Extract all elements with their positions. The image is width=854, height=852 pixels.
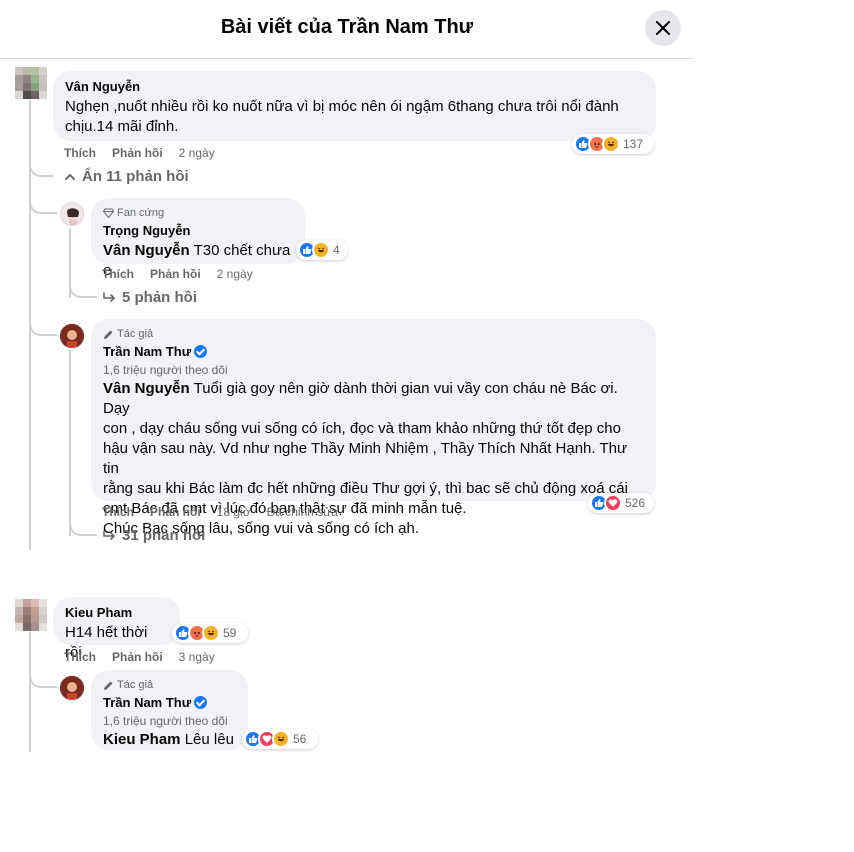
comment-bubble: Kieu Pham H14 hết thời rồi [53, 597, 180, 661]
reaction-summary[interactable]: 526 [588, 493, 654, 513]
comment-author[interactable]: Trọng Nguyễn [103, 223, 293, 239]
reply-bubble: Tác giả Trần Nam Thư 1,6 triệu người the… [91, 670, 248, 750]
fan-badge: Fan cứng [103, 206, 293, 220]
author-badge: Tác giả [103, 678, 236, 692]
comment-text: Vân Nguyễn Tuổi già goy nên giờ dành thờ… [103, 380, 618, 417]
haha-reaction-icon [312, 241, 330, 259]
hide-replies-button[interactable]: Ẩn 11 phản hồi [64, 168, 189, 185]
thread-connector [29, 196, 57, 214]
comment-timestamp[interactable]: 3 ngày [179, 649, 215, 665]
reply-actions: Thích Phản hồi 18 giờ Đã chỉnh sửa [102, 504, 338, 520]
like-button[interactable]: Thích [102, 266, 134, 282]
view-replies-label: 5 phản hồi [122, 289, 197, 306]
thread-connector [29, 670, 57, 688]
comment-timestamp[interactable]: 2 ngày [217, 266, 253, 282]
badge-label: Fan cứng [117, 207, 165, 219]
comment-author[interactable]: Vân Nguyễn [65, 79, 644, 95]
comment-timestamp[interactable]: 2 ngày [179, 145, 215, 161]
close-icon [656, 21, 670, 35]
reply-button[interactable]: Phản hồi [112, 145, 163, 161]
thread-connector [69, 520, 97, 536]
reaction-count: 526 [625, 496, 646, 510]
like-button[interactable]: Thích [102, 504, 134, 520]
comment-text: chịu.14 mãi đỉnh. [65, 118, 179, 135]
pencil-icon [104, 330, 113, 339]
follower-count: 1,6 triệu người theo dõi [103, 363, 228, 377]
mention-link[interactable]: Kieu Pham [103, 731, 181, 748]
comment-text: hậu vận sau này. Vd như nghe Thầy Minh N… [103, 440, 627, 477]
diamond-icon [103, 208, 114, 218]
pencil-icon [104, 681, 113, 690]
reaction-count: 59 [223, 626, 237, 640]
avatar[interactable] [60, 202, 84, 226]
comment-text: Kieu Pham Lêu lêu [103, 731, 234, 748]
reply-bubble: Tác giả Trần Nam Thư 1,6 triệu người the… [91, 319, 656, 537]
reaction-summary[interactable]: 59 [172, 623, 248, 643]
comment-text: rằng sau khi Bác làm đc hết những điều T… [103, 480, 628, 497]
reaction-summary[interactable]: 56 [242, 729, 318, 749]
like-button[interactable]: Thích [64, 145, 96, 161]
reaction-count: 4 [333, 243, 340, 257]
chevron-up-icon [65, 173, 75, 180]
love-reaction-icon [604, 494, 622, 512]
post-comments-dialog: Bài viết của Trần Nam Thư Vân Nguyễn Ngh… [0, 0, 694, 852]
author-badge: Tác giả [103, 327, 644, 341]
view-replies-label: 31 phản hồi [122, 527, 206, 544]
comment-actions: Thích Phản hồi 2 ngày [64, 145, 215, 161]
badge-label: Tác giả [117, 679, 154, 691]
close-button[interactable] [645, 10, 681, 46]
comment-actions: Thích Phản hồi 3 ngày [64, 649, 215, 665]
thread-connector [29, 318, 57, 336]
reply-actions: Thích Phản hồi 2 ngày [102, 266, 253, 282]
haha-reaction-icon [272, 730, 290, 748]
reaction-count: 137 [623, 137, 644, 151]
thread-connector [29, 160, 53, 177]
comment-author[interactable]: Trần Nam Thư [103, 344, 644, 360]
comment-text: con , dạy cháu sống vui sống có ích, đọc… [103, 420, 621, 437]
comment-timestamp[interactable]: 18 giờ [217, 504, 251, 520]
reply-bubble: Fan cứng Trọng Nguyễn Vân Nguyễn T30 chế… [91, 198, 305, 279]
edited-label: Đã chỉnh sửa [266, 505, 338, 519]
verified-badge-icon [194, 345, 208, 358]
badge-label: Tác giả [117, 328, 154, 340]
reaction-summary[interactable]: 137 [572, 134, 654, 154]
verified-badge-icon [194, 696, 208, 709]
thread-line [29, 632, 31, 752]
avatar[interactable] [60, 676, 84, 700]
dialog-header: Bài viết của Trần Nam Thư [0, 0, 694, 59]
avatar[interactable] [15, 599, 47, 631]
reaction-count: 56 [293, 732, 307, 746]
comment-author[interactable]: Trần Nam Thư [103, 695, 236, 711]
reply-arrow-icon [103, 529, 115, 540]
follower-count: 1,6 triệu người theo dõi [103, 714, 228, 728]
reply-button[interactable]: Phản hồi [150, 504, 201, 520]
hide-replies-label: Ẩn 11 phản hồi [82, 168, 189, 185]
mention-link[interactable]: Vân Nguyễn [103, 242, 190, 259]
reply-arrow-icon [103, 291, 115, 302]
reaction-summary[interactable]: 4 [296, 240, 348, 260]
mention-link[interactable]: Vân Nguyễn [103, 380, 190, 397]
avatar[interactable] [15, 67, 47, 99]
haha-reaction-icon [602, 135, 620, 153]
comment-text: Nghẹn ,nuốt nhiều rồi ko nuốt nữa vì bị … [65, 98, 619, 115]
reply-button[interactable]: Phản hồi [150, 266, 201, 282]
haha-reaction-icon [202, 624, 220, 642]
like-button[interactable]: Thích [64, 649, 96, 665]
comment-bubble: Vân Nguyễn Nghẹn ,nuốt nhiều rồi ko nuốt… [53, 71, 656, 141]
comment-author[interactable]: Kieu Pham [65, 605, 168, 621]
view-replies-button[interactable]: 5 phản hồi [102, 289, 197, 306]
view-replies-button[interactable]: 31 phản hồi [102, 527, 205, 544]
thread-line [69, 350, 71, 536]
thread-connector [69, 282, 97, 298]
avatar[interactable] [60, 324, 84, 348]
dialog-title: Bài viết của Trần Nam Thư [220, 16, 474, 38]
reply-button[interactable]: Phản hồi [112, 649, 163, 665]
